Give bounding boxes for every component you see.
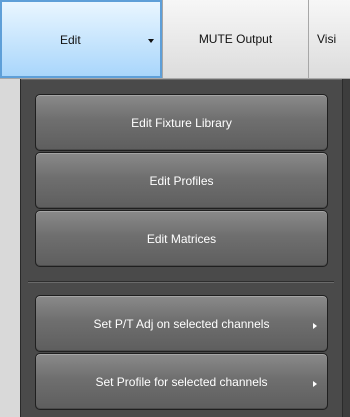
menu-item-label: Edit Fixture Library (131, 115, 232, 130)
menu-item-label: Edit Profiles (149, 173, 214, 188)
edit-matrices-button[interactable]: Edit Matrices (35, 210, 328, 267)
menu-item-label: Set Profile for selected channels (95, 374, 268, 389)
menu-item-label: Edit Matrices (146, 231, 217, 246)
edit-profiles-button[interactable]: Edit Profiles (35, 152, 328, 209)
edit-fixture-library-button[interactable]: Edit Fixture Library (35, 94, 328, 151)
edit-menu-button[interactable]: Edit (0, 0, 162, 78)
next-toolbar-label: Visi (317, 32, 337, 46)
mute-output-button[interactable]: MUTE Output (162, 0, 309, 78)
chevron-down-icon (148, 39, 154, 43)
menu-separator (28, 281, 334, 283)
mute-output-label: MUTE Output (198, 32, 273, 46)
edit-menu-label: Edit (60, 33, 81, 47)
edit-dropdown-menu: Edit Fixture Library Edit Profiles Edit … (20, 79, 342, 417)
set-profile-button[interactable]: Set Profile for selected channels (35, 353, 328, 410)
set-pt-adj-button[interactable]: Set P/T Adj on selected channels (35, 295, 328, 352)
top-toolbar: Edit MUTE Output Visi (0, 0, 350, 79)
menu-side-edge (342, 79, 350, 417)
next-toolbar-button[interactable]: Visi (309, 0, 350, 78)
chevron-right-icon (313, 322, 317, 329)
menu-item-label: Set P/T Adj on selected channels (93, 316, 270, 331)
chevron-right-icon (313, 380, 317, 387)
